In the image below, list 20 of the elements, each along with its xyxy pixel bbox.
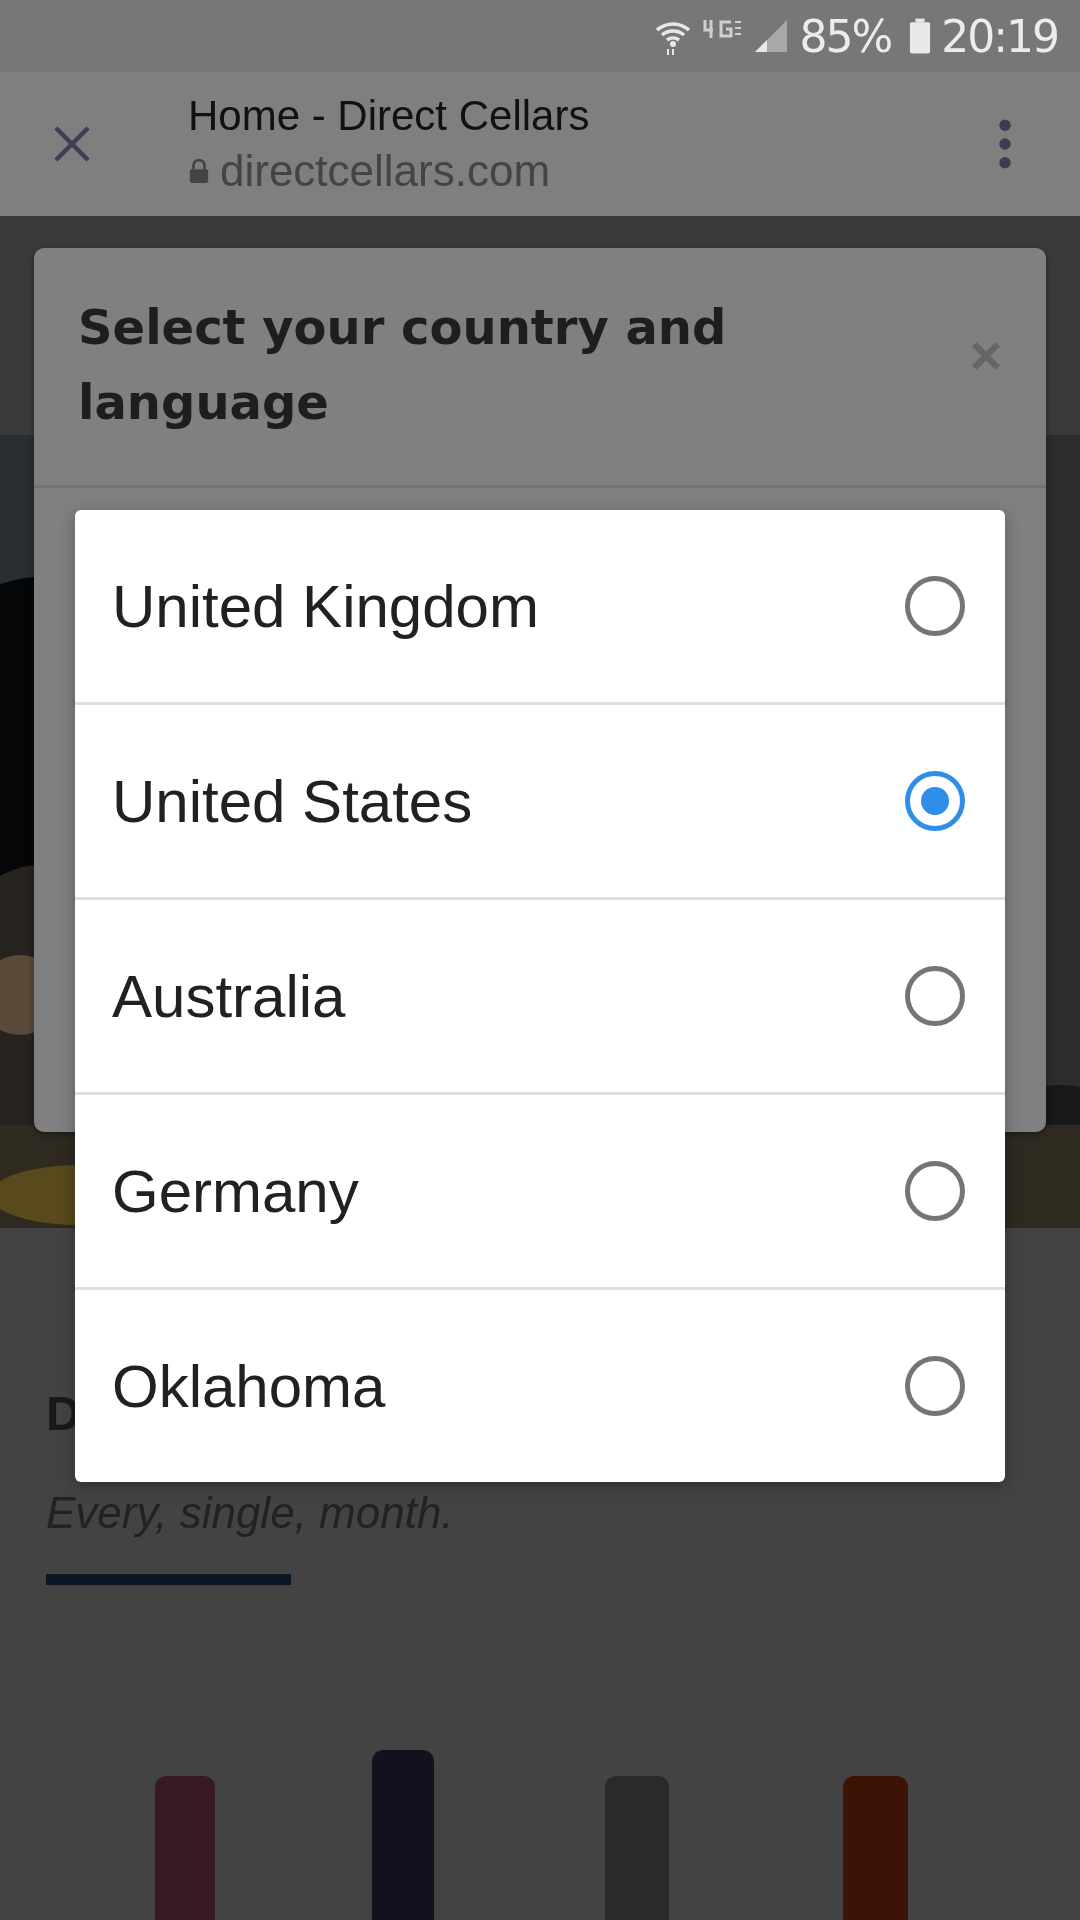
close-icon[interactable]: [52, 124, 92, 164]
battery-icon: [909, 17, 932, 55]
clock: 20:19: [941, 10, 1058, 62]
radio-button[interactable]: [905, 966, 965, 1026]
battery-percent: 85%: [799, 10, 892, 62]
radio-button[interactable]: [905, 1161, 965, 1221]
country-option[interactable]: United States: [75, 705, 1005, 900]
modal-title: Select your country and language: [78, 298, 728, 432]
url-text: directcellars.com: [220, 145, 551, 197]
menu-icon[interactable]: [998, 119, 1012, 169]
country-option[interactable]: United Kingdom: [75, 510, 1005, 705]
page-title: Home - Direct Cellars: [188, 91, 591, 141]
country-option[interactable]: Australia: [75, 900, 1005, 1095]
lock-icon: [188, 158, 210, 184]
radio-button[interactable]: [905, 576, 965, 636]
signal-icon: [753, 18, 790, 54]
radio-button[interactable]: [905, 1356, 965, 1416]
country-option[interactable]: Oklahoma: [75, 1290, 1005, 1482]
radio-button[interactable]: [905, 771, 965, 831]
country-option[interactable]: Germany: [75, 1095, 1005, 1290]
